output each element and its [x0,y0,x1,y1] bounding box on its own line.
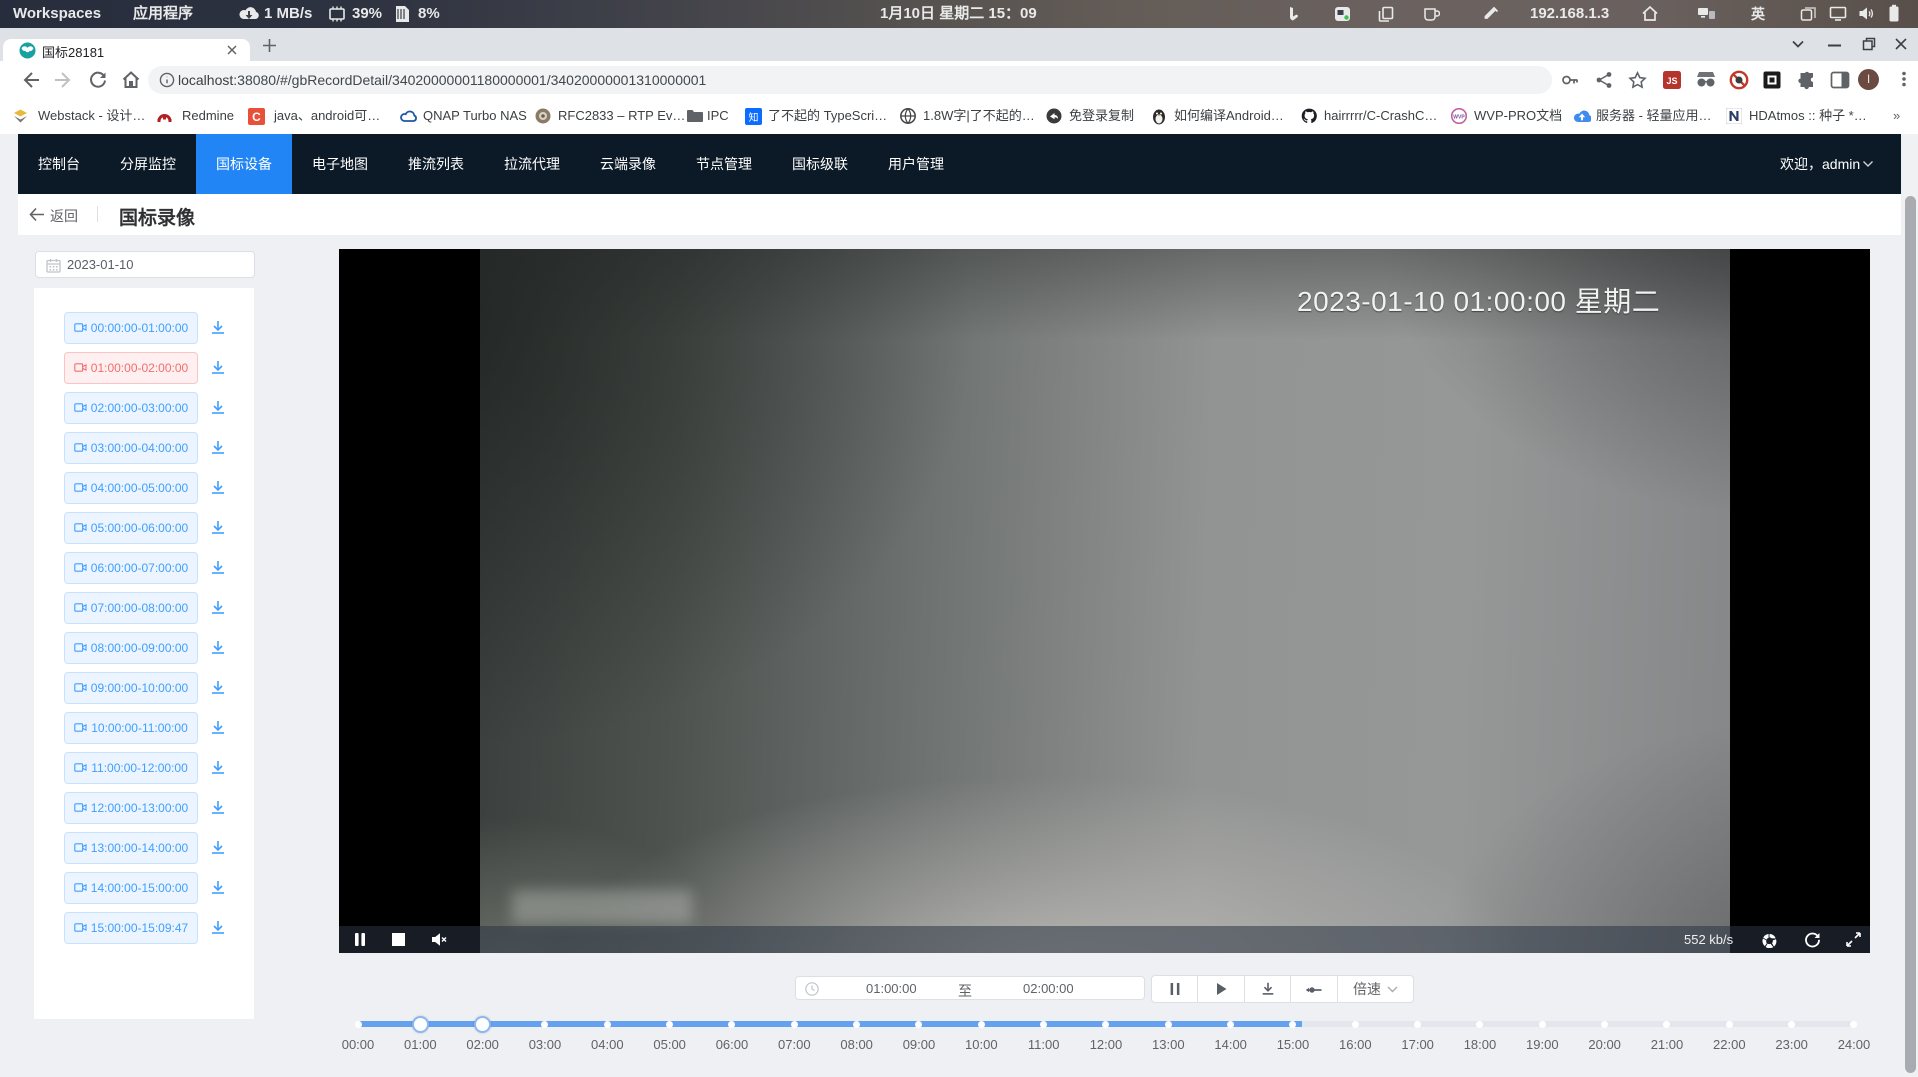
svg-text:知: 知 [749,111,759,124]
svg-text:WVP: WVP [1453,115,1465,121]
svg-text:JS: JS [1666,76,1677,86]
svg-text:C: C [252,110,261,124]
